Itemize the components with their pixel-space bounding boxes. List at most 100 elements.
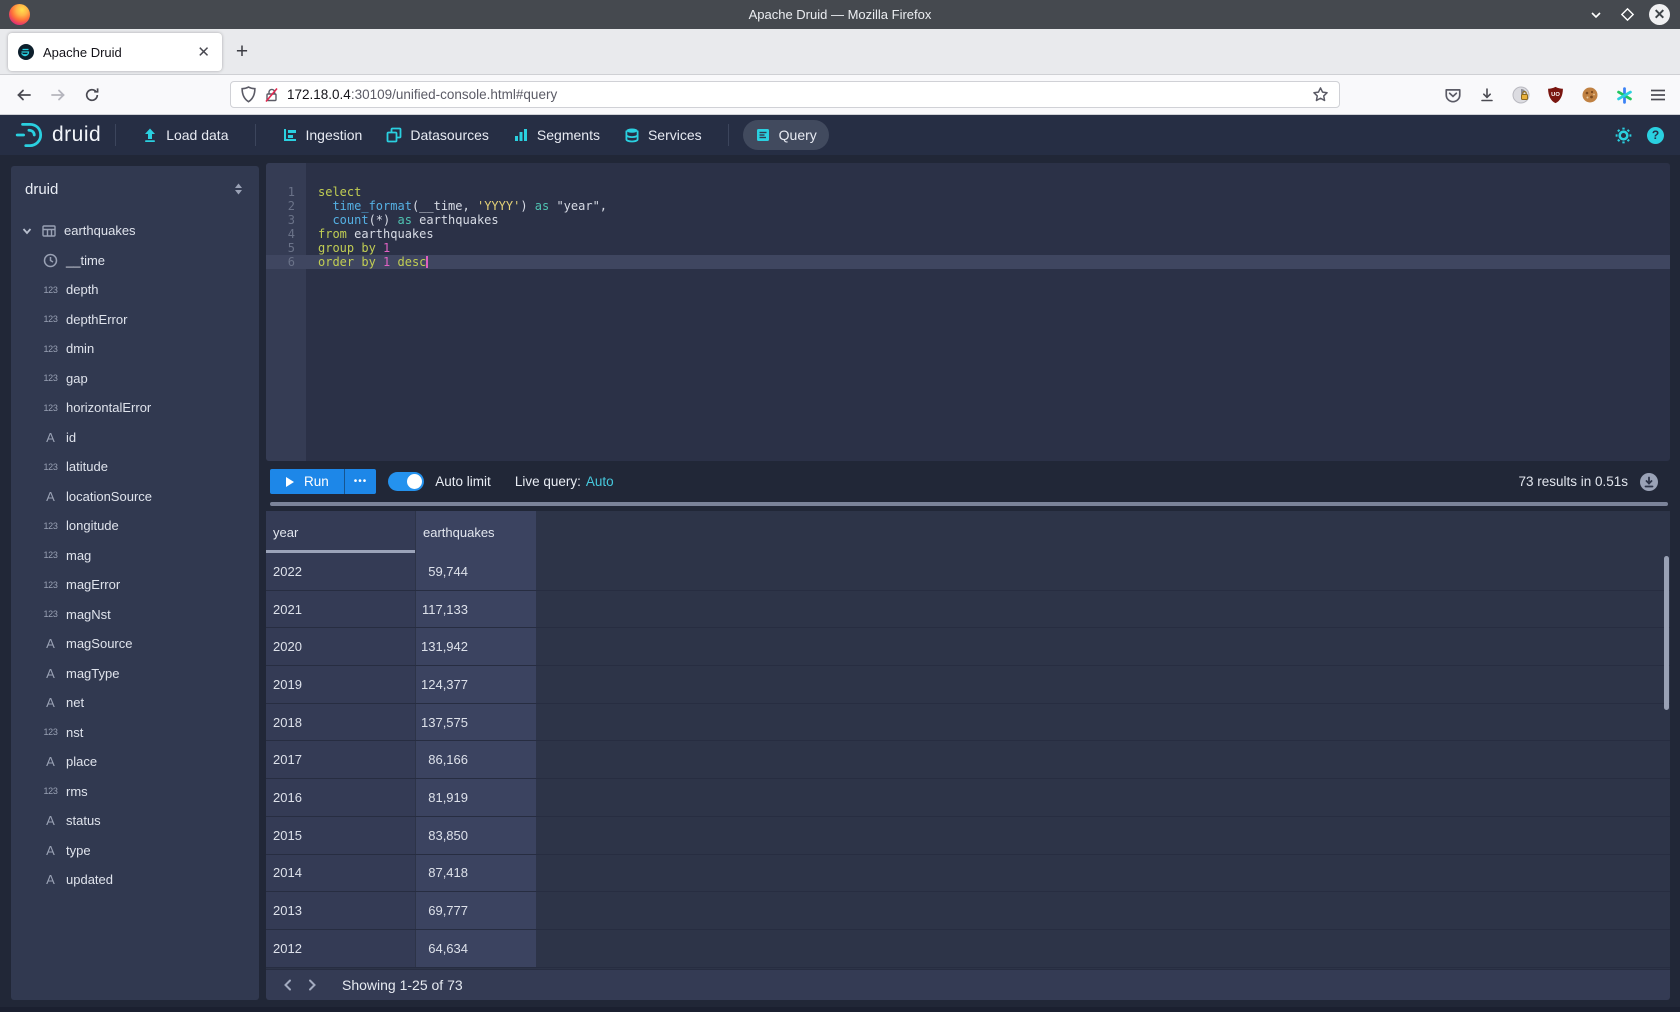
sidebar-column-latitude[interactable]: 123latitude (11, 452, 259, 482)
sort-icon[interactable] (232, 182, 245, 196)
menu-hamburger-icon[interactable] (1650, 88, 1666, 102)
window-title-bar[interactable]: Apache Druid — Mozilla Firefox ✕ (0, 0, 1680, 29)
nav-load-data[interactable]: Load data (130, 120, 240, 150)
table-row[interactable]: 201487,418 (266, 855, 1670, 893)
sidebar-column-mag[interactable]: 123mag (11, 541, 259, 571)
run-more-button[interactable]: ••• (344, 469, 377, 494)
settings-gear-icon[interactable] (1615, 127, 1632, 144)
url-bar[interactable]: 172.18.0.4:30109/unified-console.html#qu… (230, 81, 1340, 108)
nav-services[interactable]: Services (612, 120, 714, 150)
cell-year[interactable]: 2019 (266, 666, 416, 703)
window-close-icon[interactable]: ✕ (1649, 4, 1670, 25)
table-row[interactable]: 201583,850 (266, 817, 1670, 855)
table-row[interactable]: 2020131,942 (266, 628, 1670, 666)
back-icon[interactable] (12, 83, 36, 107)
live-query-value[interactable]: Auto (586, 474, 614, 489)
next-page-icon[interactable] (300, 973, 324, 997)
vertical-scrollbar[interactable] (1664, 556, 1669, 710)
column-header-year[interactable]: year (266, 511, 416, 553)
sidebar-column-status[interactable]: Astatus (11, 806, 259, 836)
cell-earthquakes[interactable]: 69,777 (416, 892, 536, 929)
sidebar-column-magError[interactable]: 123magError (11, 570, 259, 600)
shield-icon[interactable] (241, 86, 256, 103)
sidebar-column-__time[interactable]: __time (11, 246, 259, 276)
reload-icon[interactable] (80, 83, 104, 107)
sidebar-column-rms[interactable]: 123rms (11, 777, 259, 807)
sidebar-column-depthError[interactable]: 123depthError (11, 305, 259, 335)
cell-year[interactable]: 2012 (266, 930, 416, 967)
cell-year[interactable]: 2014 (266, 855, 416, 892)
auto-limit-toggle[interactable] (388, 472, 424, 491)
asterisk-extension-icon[interactable] (1616, 87, 1633, 104)
table-row[interactable]: 2018137,575 (266, 704, 1670, 742)
sidebar-column-type[interactable]: Atype (11, 836, 259, 866)
table-row[interactable]: 201264,634 (266, 930, 1670, 968)
sidebar-column-updated[interactable]: Aupdated (11, 865, 259, 895)
table-row[interactable]: 2021117,133 (266, 591, 1670, 629)
cookie-icon[interactable] (1581, 86, 1599, 104)
bookmark-star-icon[interactable] (1312, 86, 1329, 103)
table-row[interactable]: 2019124,377 (266, 666, 1670, 704)
cell-year[interactable]: 2013 (266, 892, 416, 929)
cell-earthquakes[interactable]: 81,919 (416, 779, 536, 816)
window-maximize-icon[interactable] (1618, 6, 1636, 24)
sidebar-column-dmin[interactable]: 123dmin (11, 334, 259, 364)
sidebar-column-magType[interactable]: AmagType (11, 659, 259, 689)
sidebar-column-magSource[interactable]: AmagSource (11, 629, 259, 659)
cell-earthquakes[interactable]: 131,942 (416, 628, 536, 665)
cell-year[interactable]: 2022 (266, 553, 416, 590)
pocket-icon[interactable] (1444, 87, 1462, 104)
cell-year[interactable]: 2016 (266, 779, 416, 816)
druid-logo[interactable]: druid (14, 121, 101, 149)
table-row[interactable]: 201681,919 (266, 779, 1670, 817)
forward-icon[interactable] (46, 83, 70, 107)
extension-lock-icon[interactable] (1512, 86, 1530, 104)
new-tab-button[interactable]: + (228, 38, 256, 66)
sidebar-column-horizontalError[interactable]: 123horizontalError (11, 393, 259, 423)
nav-query[interactable]: Query (743, 120, 829, 150)
download-results-icon[interactable] (1640, 473, 1658, 491)
sidebar-column-gap[interactable]: 123gap (11, 364, 259, 394)
cell-earthquakes[interactable]: 87,418 (416, 855, 536, 892)
insecure-lock-icon[interactable] (264, 87, 279, 103)
cell-year[interactable]: 2021 (266, 591, 416, 628)
sidebar-column-id[interactable]: Aid (11, 423, 259, 453)
prev-page-icon[interactable] (276, 973, 300, 997)
cell-year[interactable]: 2018 (266, 704, 416, 741)
sidebar-column-depth[interactable]: 123depth (11, 275, 259, 305)
help-icon[interactable]: ? (1647, 127, 1664, 144)
ublock-icon[interactable]: UO (1547, 86, 1564, 104)
sidebar-datasource-earthquakes[interactable]: earthquakes (11, 216, 259, 246)
sidebar-column-magNst[interactable]: 123magNst (11, 600, 259, 630)
horizontal-scrollbar[interactable] (270, 502, 1668, 506)
cell-earthquakes[interactable]: 124,377 (416, 666, 536, 703)
table-row[interactable]: 201786,166 (266, 741, 1670, 779)
cell-earthquakes[interactable]: 86,166 (416, 741, 536, 778)
sidebar-column-place[interactable]: Aplace (11, 747, 259, 777)
table-row[interactable]: 201369,777 (266, 892, 1670, 930)
tab-close-icon[interactable]: ✕ (195, 43, 212, 61)
window-minimize-icon[interactable] (1587, 6, 1605, 24)
sidebar-column-net[interactable]: Anet (11, 688, 259, 718)
browser-tab[interactable]: Apache Druid ✕ (8, 33, 222, 71)
cell-year[interactable]: 2017 (266, 741, 416, 778)
cell-earthquakes[interactable]: 83,850 (416, 817, 536, 854)
cell-year[interactable]: 2015 (266, 817, 416, 854)
sidebar-column-locationSource[interactable]: AlocationSource (11, 482, 259, 512)
sidebar-column-nst[interactable]: 123nst (11, 718, 259, 748)
sidebar-column-longitude[interactable]: 123longitude (11, 511, 259, 541)
sql-editor[interactable]: 1select2 time_format(__time, 'YYYY') as … (266, 163, 1670, 461)
column-header-earthquakes[interactable]: earthquakes (416, 511, 536, 553)
chevron-down-icon[interactable] (20, 224, 40, 238)
cell-earthquakes[interactable]: 117,133 (416, 591, 536, 628)
cell-earthquakes[interactable]: 137,575 (416, 704, 536, 741)
cell-earthquakes[interactable]: 59,744 (416, 553, 536, 590)
nav-segments[interactable]: Segments (501, 120, 612, 150)
table-row[interactable]: 202259,744 (266, 553, 1670, 591)
nav-datasources[interactable]: Datasources (374, 120, 501, 150)
downloads-icon[interactable] (1479, 87, 1495, 103)
run-button[interactable]: Run (270, 469, 344, 494)
nav-ingestion[interactable]: Ingestion (270, 120, 375, 150)
cell-year[interactable]: 2020 (266, 628, 416, 665)
cell-earthquakes[interactable]: 64,634 (416, 930, 536, 967)
